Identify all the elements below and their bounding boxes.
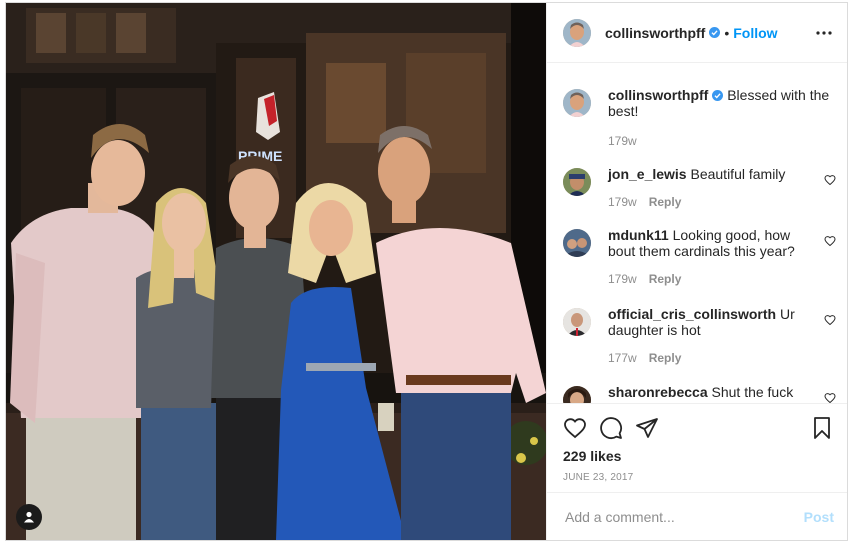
avatar[interactable] xyxy=(563,89,591,117)
like-comment-heart-icon[interactable] xyxy=(824,235,836,247)
like-comment-heart-icon[interactable] xyxy=(824,392,836,403)
user-tag-icon[interactable] xyxy=(16,504,42,530)
comment-item: sharonrebecca Shut the fuck up! xyxy=(563,384,836,403)
comment-username[interactable]: jon_e_lewis xyxy=(608,166,687,182)
share-send-icon[interactable] xyxy=(635,416,659,440)
like-comment-heart-icon[interactable] xyxy=(824,174,836,186)
photo-illustration: PRIME xyxy=(6,3,546,540)
caption-username[interactable]: collinsworthpff xyxy=(608,87,708,103)
post-sidebar: collinsworthpff • Follow collinsworthpff… xyxy=(546,3,847,540)
reply-button[interactable]: Reply xyxy=(649,195,682,209)
post-comment-button[interactable]: Post xyxy=(804,509,834,525)
instagram-post: PRIME collinsworthpff • Follow collinswo… xyxy=(5,2,848,541)
comment-bubble-icon[interactable] xyxy=(599,416,623,440)
avatar[interactable] xyxy=(563,229,591,257)
comment-input[interactable] xyxy=(563,507,804,526)
header-username[interactable]: collinsworthpff xyxy=(605,25,705,41)
comment-username[interactable]: official_cris_collinsworth xyxy=(608,306,776,322)
reply-button[interactable]: Reply xyxy=(649,351,682,365)
avatar[interactable] xyxy=(563,386,591,403)
avatar[interactable] xyxy=(563,168,591,196)
comment-age[interactable]: 179w xyxy=(608,272,637,286)
reply-button[interactable]: Reply xyxy=(649,272,682,286)
comment-item: official_cris_collinsworth Ur daughter i… xyxy=(563,306,836,366)
like-heart-icon[interactable] xyxy=(563,416,587,440)
save-bookmark-icon[interactable] xyxy=(810,416,834,440)
comment-age[interactable]: 179w xyxy=(608,195,637,209)
separator-dot: • xyxy=(724,24,730,41)
comment-age[interactable]: 177w xyxy=(608,351,637,365)
comment-item: jon_e_lewis Beautiful family 179w Reply xyxy=(563,166,836,210)
comment-item: mdunk11 Looking good, how bout them card… xyxy=(563,227,836,287)
comment-username[interactable]: mdunk11 xyxy=(608,227,669,243)
likes-count[interactable]: 229 likes xyxy=(563,448,621,464)
avatar[interactable] xyxy=(563,18,591,47)
like-comment-heart-icon[interactable] xyxy=(824,314,836,326)
verified-badge-icon xyxy=(712,90,724,101)
avatar[interactable] xyxy=(563,308,591,336)
post-actions: 229 likes JUNE 23, 2017 xyxy=(547,403,847,494)
comments-list[interactable]: collinsworthpff Blessed with the best! 1… xyxy=(547,64,847,403)
add-comment-bar: Post xyxy=(547,492,847,540)
caption-age[interactable]: 179w xyxy=(608,134,637,148)
post-header: collinsworthpff • Follow xyxy=(547,3,847,63)
post-photo[interactable]: PRIME xyxy=(6,3,546,540)
verified-badge-icon xyxy=(709,27,721,38)
follow-button[interactable]: Follow xyxy=(733,25,777,41)
comment-username[interactable]: sharonrebecca xyxy=(608,384,708,400)
more-horizontal-icon[interactable] xyxy=(814,23,834,43)
caption: collinsworthpff Blessed with the best! 1… xyxy=(563,87,836,149)
comment-text: Beautiful family xyxy=(690,166,786,182)
post-date[interactable]: JUNE 23, 2017 xyxy=(563,472,633,483)
